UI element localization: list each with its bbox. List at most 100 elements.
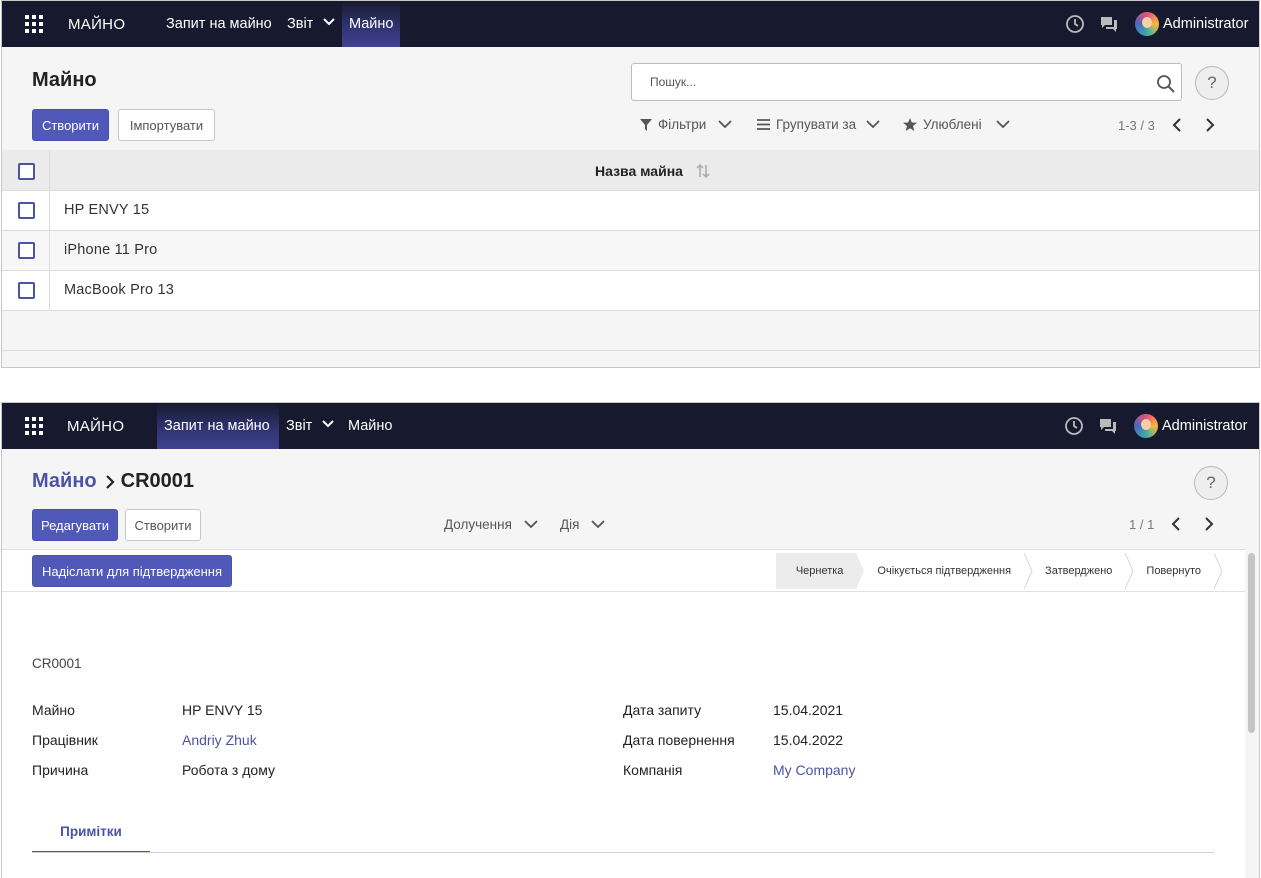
- help-button[interactable]: ?: [1194, 466, 1228, 500]
- chevron-down-icon: [323, 18, 336, 26]
- sort-icon[interactable]: [696, 163, 710, 179]
- asset-name-cell[interactable]: HP ENVY 15: [64, 202, 149, 218]
- app-menu-icon[interactable]: [25, 417, 43, 435]
- create-button[interactable]: Створити: [125, 509, 201, 541]
- select-all-cell: [2, 150, 50, 190]
- table-row[interactable]: MacBook Pro 13: [2, 271, 1259, 311]
- clock-icon[interactable]: [1064, 416, 1084, 436]
- list-footer: [2, 311, 1259, 351]
- clock-icon[interactable]: [1065, 14, 1085, 34]
- menu-report-label: Звіт: [287, 16, 314, 32]
- help-button[interactable]: ?: [1195, 66, 1229, 100]
- chevron-down-icon: [866, 120, 880, 129]
- field-label-company: Компанія: [623, 762, 683, 778]
- menu-asset-request[interactable]: Запит на майно: [159, 1, 279, 47]
- field-value-asset[interactable]: HP ENVY 15: [182, 702, 262, 718]
- star-icon: [903, 118, 917, 131]
- field-value-company[interactable]: My Company: [773, 762, 855, 778]
- breadcrumb-current: CR0001: [120, 470, 195, 492]
- group-by-dropdown[interactable]: Групувати за: [757, 117, 880, 132]
- row-select-cell: [2, 271, 50, 310]
- user-name[interactable]: Administrator: [1163, 16, 1248, 32]
- stage-arrow-icon: [1214, 553, 1223, 589]
- chevron-right-icon[interactable]: [1204, 517, 1214, 531]
- chevron-down-icon: [591, 520, 606, 529]
- create-button[interactable]: Створити: [32, 109, 109, 141]
- filters-label: Фільтри: [658, 117, 707, 132]
- search-input[interactable]: [632, 64, 1181, 100]
- chevron-right-icon[interactable]: [1205, 118, 1215, 132]
- field-value-return-date[interactable]: 15.04.2022: [773, 732, 843, 748]
- chevron-left-icon[interactable]: [1172, 118, 1182, 132]
- pager-value[interactable]: 1 / 1: [1129, 517, 1154, 532]
- import-button[interactable]: Імпортувати: [118, 109, 215, 141]
- menu-assets[interactable]: Майно: [341, 403, 399, 449]
- user-avatar[interactable]: [1134, 414, 1158, 438]
- search-icon[interactable]: [1155, 73, 1177, 95]
- asset-request-form-screen: МАЙНО Запит на майно Звіт Майно Administ…: [1, 402, 1260, 878]
- field-value-request-date[interactable]: 15.04.2021: [773, 702, 843, 718]
- form-sheet: CR0001 Майно HP ENVY 15 Працівник Andriy…: [2, 592, 1245, 878]
- row-select-cell: [2, 191, 50, 230]
- action-dropdown[interactable]: Дія: [560, 517, 606, 532]
- tab-notes[interactable]: Примітки: [32, 810, 150, 853]
- app-brand[interactable]: МАЙНО: [67, 418, 124, 435]
- chevron-down-icon: [524, 520, 538, 529]
- chevron-down-icon: [322, 420, 335, 428]
- status-bar: Надіслати для підтвердження Чернетка Очі…: [2, 549, 1245, 592]
- breadcrumb-parent[interactable]: Майно: [32, 470, 97, 493]
- row-select-cell: [2, 231, 50, 270]
- edit-button[interactable]: Редагувати: [32, 509, 118, 541]
- asset-name-cell[interactable]: MacBook Pro 13: [64, 282, 174, 298]
- chat-icon[interactable]: [1098, 416, 1118, 436]
- pager-value[interactable]: 1-3 / 3: [1118, 118, 1155, 133]
- page-title: Майно: [32, 69, 97, 91]
- asset-name-cell[interactable]: iPhone 11 Pro: [64, 242, 157, 258]
- stage-draft[interactable]: Чернетка: [775, 553, 865, 589]
- attachments-dropdown[interactable]: Долучення: [444, 517, 538, 532]
- field-value-employee[interactable]: Andriy Zhuk: [182, 732, 257, 748]
- chevron-left-icon[interactable]: [1171, 517, 1181, 531]
- stage-label: Повернуто: [1146, 565, 1201, 577]
- column-header-asset-name[interactable]: Назва майна: [595, 163, 683, 179]
- user-name[interactable]: Administrator: [1162, 418, 1247, 434]
- stage-approved[interactable]: Затверджено: [1025, 553, 1134, 589]
- stage-pipeline: Чернетка Очікується підтвердження Затвер…: [775, 553, 1223, 589]
- table-row[interactable]: HP ENVY 15: [2, 191, 1259, 231]
- table-row[interactable]: iPhone 11 Pro: [2, 231, 1259, 271]
- search-box[interactable]: [631, 63, 1182, 101]
- field-value-reason[interactable]: Робота з дому: [182, 762, 275, 778]
- field-label-employee: Працівник: [32, 732, 98, 748]
- select-all-checkbox[interactable]: [18, 163, 35, 180]
- field-label-return-date: Дата повернення: [623, 732, 735, 748]
- top-navbar: МАЙНО Запит на майно Звіт Майно Administ…: [2, 1, 1259, 47]
- list-header: Назва майна: [2, 150, 1259, 191]
- menu-report-label: Звіт: [286, 418, 313, 434]
- row-checkbox[interactable]: [18, 282, 35, 299]
- filters-dropdown[interactable]: Фільтри: [640, 117, 732, 132]
- stage-returned[interactable]: Повернуто: [1126, 553, 1223, 589]
- row-checkbox[interactable]: [18, 242, 35, 259]
- chevron-right-icon: [105, 474, 115, 489]
- menu-report[interactable]: Звіт: [280, 1, 342, 47]
- favorites-dropdown[interactable]: Улюблені: [903, 117, 1010, 132]
- field-label-reason: Причина: [32, 762, 89, 778]
- chevron-down-icon: [718, 120, 732, 129]
- list-icon: [757, 119, 770, 130]
- stage-awaiting-approval[interactable]: Очікується підтвердження: [857, 553, 1033, 589]
- app-menu-icon[interactable]: [25, 15, 43, 33]
- request-reference: CR0001: [32, 656, 82, 671]
- breadcrumb: Майно CR0001: [32, 470, 194, 493]
- chat-icon[interactable]: [1099, 14, 1119, 34]
- row-checkbox[interactable]: [18, 202, 35, 219]
- favorites-label: Улюблені: [923, 117, 982, 132]
- scrollbar[interactable]: [1248, 553, 1255, 733]
- menu-report[interactable]: Звіт: [279, 403, 341, 449]
- submit-for-approval-button[interactable]: Надіслати для підтвердження: [32, 555, 232, 587]
- menu-assets[interactable]: Майно: [342, 1, 401, 47]
- attachments-label: Долучення: [444, 517, 512, 532]
- stage-label: Чернетка: [795, 565, 844, 577]
- user-avatar[interactable]: [1135, 12, 1159, 36]
- menu-asset-request[interactable]: Запит на майно: [157, 403, 279, 449]
- app-brand[interactable]: МАЙНО: [68, 16, 125, 33]
